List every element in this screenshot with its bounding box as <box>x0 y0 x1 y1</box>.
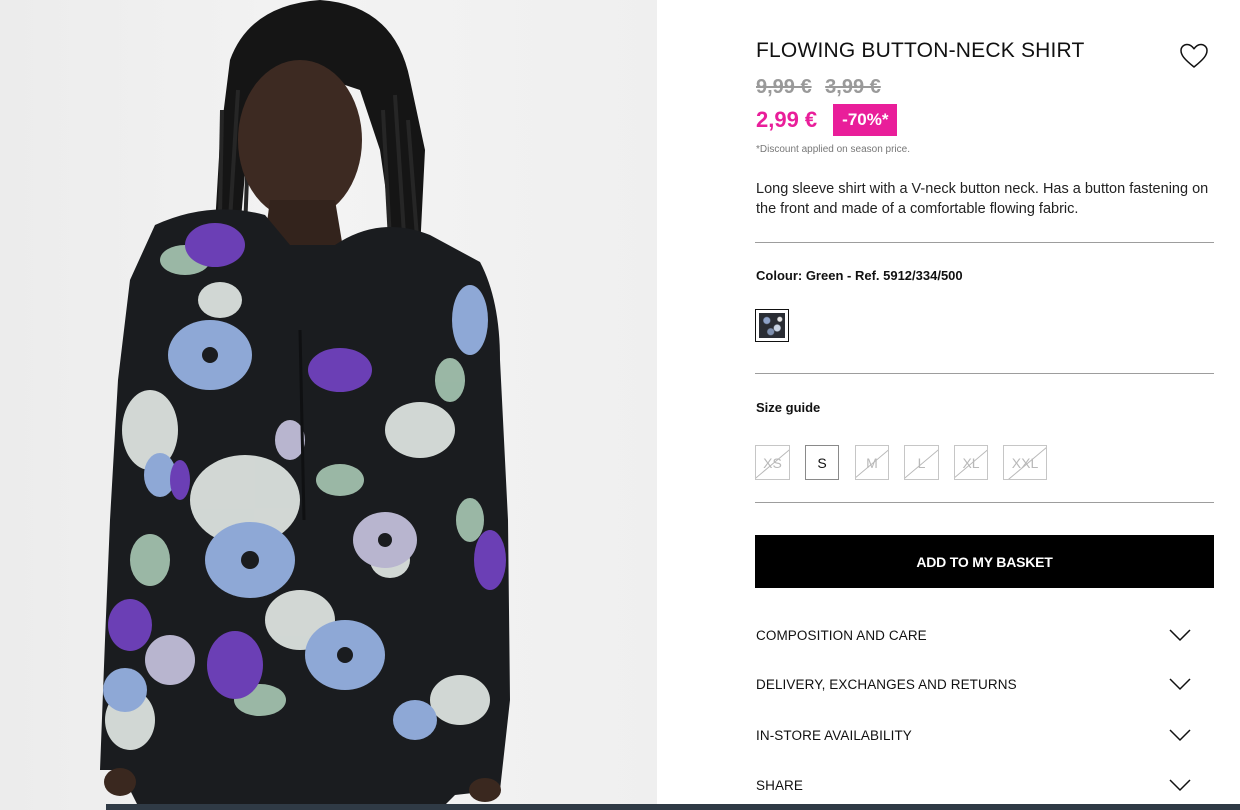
product-title: FLOWING BUTTON-NECK SHIRT <box>756 39 1085 62</box>
swatch-pattern <box>759 313 785 338</box>
size-guide-link[interactable]: Size guide <box>756 400 820 415</box>
current-price: 2,99 € <box>756 107 818 132</box>
product-info-panel: FLOWING BUTTON-NECK SHIRT 9,99 € 3,99 € … <box>755 0 1215 810</box>
divider <box>755 373 1214 374</box>
accordion-label: IN-STORE AVAILABILITY <box>756 728 912 743</box>
product-description: Long sleeve shirt with a V-neck button n… <box>756 181 1209 217</box>
bottom-sticky-bar <box>106 804 1240 810</box>
size-option-label: XXL <box>1011 454 1039 471</box>
accordion-delivery-returns[interactable]: DELIVERY, EXCHANGES AND RETURNS <box>755 670 1214 700</box>
price-row: 2,99 € -70%* <box>756 104 898 136</box>
accordion-composition-care[interactable]: COMPOSITION AND CARE <box>755 621 1214 651</box>
divider <box>755 242 1214 243</box>
heart-icon <box>1180 43 1208 68</box>
chevron-down-icon <box>1169 779 1191 792</box>
chevron-down-icon <box>1169 678 1191 691</box>
chevron-down-icon <box>1169 629 1191 642</box>
accordion-in-store-availability[interactable]: IN-STORE AVAILABILITY <box>755 721 1214 751</box>
size-option-xs[interactable]: XS <box>755 445 790 480</box>
add-to-basket-button[interactable]: ADD TO MY BASKET <box>755 535 1214 588</box>
original-price: 9,99 € <box>756 76 812 98</box>
accordion-label: COMPOSITION AND CARE <box>756 628 927 643</box>
accordion-label: DELIVERY, EXCHANGES AND RETURNS <box>756 677 1017 692</box>
colour-reference: Colour: Green - Ref. 5912/334/500 <box>756 268 963 283</box>
size-option-label: XL <box>962 454 980 471</box>
accordion-label: SHARE <box>756 778 804 793</box>
size-option-xxl[interactable]: XXL <box>1003 445 1047 480</box>
size-option-label: M <box>866 454 878 471</box>
product-image[interactable] <box>0 0 657 810</box>
size-option-label: S <box>817 454 827 471</box>
accordion-share[interactable]: SHARE <box>755 771 1214 801</box>
discount-note: *Discount applied on season price. <box>756 144 910 155</box>
size-option-xl[interactable]: XL <box>954 445 988 480</box>
size-option-l[interactable]: L <box>904 445 939 480</box>
original-prices: 9,99 € 3,99 € <box>756 76 889 99</box>
discount-badge: -70%* <box>833 104 898 136</box>
wishlist-button[interactable] <box>1179 42 1209 70</box>
size-option-label: XS <box>763 454 782 471</box>
size-option-m[interactable]: M <box>855 445 889 480</box>
season-price: 3,99 € <box>825 76 881 98</box>
size-option-label: L <box>917 454 926 471</box>
size-option-s[interactable]: S <box>805 445 839 480</box>
divider <box>755 502 1214 503</box>
colour-swatch-green[interactable] <box>755 309 789 342</box>
chevron-down-icon <box>1169 729 1191 742</box>
